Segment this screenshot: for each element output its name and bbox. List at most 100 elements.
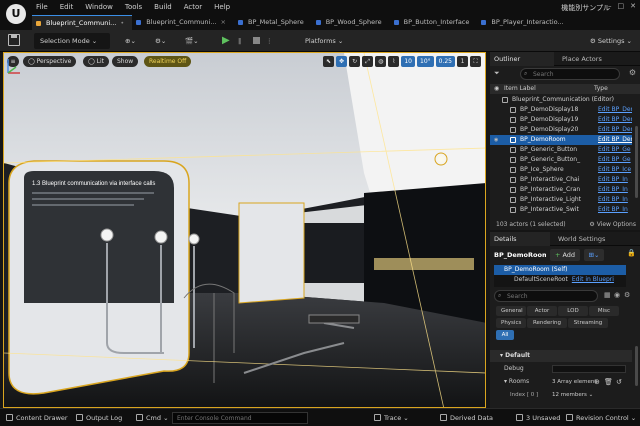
tree-root-row[interactable]: Blueprint_Communication (Editor): [490, 95, 632, 105]
menu-edit[interactable]: Edit: [60, 3, 74, 11]
gear-icon[interactable]: ⚙: [629, 68, 636, 77]
scale-icon[interactable]: ⤢: [362, 56, 374, 67]
level-viewport[interactable]: 1.3 Blueprint communication via interfac…: [3, 52, 486, 408]
filter-icon[interactable]: ⏷: [494, 69, 508, 78]
debug-checkbox[interactable]: [552, 365, 626, 373]
menu-file[interactable]: File: [36, 3, 48, 11]
output-log-button[interactable]: Output Log: [76, 412, 122, 424]
blueprint-icon[interactable]: ⊞⌄: [584, 249, 604, 261]
trace-dropdown[interactable]: Trace ⌄: [374, 412, 409, 424]
property-matrix-icon[interactable]: ▦: [604, 291, 611, 299]
derived-data-button[interactable]: Derived Data: [440, 412, 493, 424]
perspective-button[interactable]: ◯ Perspective: [23, 56, 77, 67]
list-item[interactable]: BP_DemoDisplay20Edit BP_Dem: [490, 125, 632, 135]
filter-physics[interactable]: Physics: [496, 318, 526, 328]
column-item-label[interactable]: Item Label: [504, 84, 536, 94]
add-actor-button[interactable]: ⊕⌄: [125, 33, 151, 49]
stop-icon[interactable]: [252, 33, 262, 49]
filter-general[interactable]: General: [496, 306, 526, 316]
tab-blueprint-communication-2[interactable]: Blueprint_Communi... ×: [132, 15, 234, 30]
list-item-selected[interactable]: ◉BP_DemoRoomEdit BP_Dem: [490, 135, 632, 145]
list-item[interactable]: BP_DemoDisplay18Edit BP_Dem: [490, 105, 632, 115]
tab-place-actors[interactable]: Place Actors: [558, 52, 640, 66]
maximize-icon[interactable]: □: [618, 2, 625, 10]
scale-snap-value[interactable]: 0.25: [435, 56, 455, 67]
play-icon[interactable]: ▶: [222, 33, 234, 49]
list-item[interactable]: BP_Interactive_Swit Edit BP_In: [490, 205, 632, 215]
world-space-icon[interactable]: ◍: [375, 56, 387, 67]
rotate-icon[interactable]: ↻: [349, 56, 361, 67]
cmd-dropdown[interactable]: Cmd ⌄: [136, 412, 169, 424]
grid-snap-value[interactable]: 10: [401, 56, 415, 67]
trash-icon[interactable]: 🗑: [604, 376, 613, 388]
selection-mode-dropdown[interactable]: Selection Mode ⌄: [34, 33, 110, 49]
filter-lod[interactable]: LOD: [558, 306, 588, 316]
rotation-snap-value[interactable]: 10°: [417, 56, 434, 67]
save-icon[interactable]: [8, 34, 20, 46]
pause-icon[interactable]: ‖: [238, 33, 248, 49]
lock-icon[interactable]: 🔒: [627, 249, 636, 257]
list-item[interactable]: BP_Generic_Button_ Edit BP_Ge: [490, 155, 632, 165]
filter-rendering[interactable]: Rendering: [527, 318, 567, 328]
translate-icon[interactable]: ✥: [336, 56, 348, 67]
filter-actor[interactable]: Actor: [527, 306, 557, 316]
section-default[interactable]: ▾ Default: [490, 350, 632, 362]
tab-details[interactable]: Details: [490, 232, 550, 246]
play-options-icon[interactable]: ⋮: [266, 33, 290, 49]
maximize-viewport-icon[interactable]: ⛶: [470, 56, 481, 67]
actor-name[interactable]: BP_DemoRoom: [494, 249, 546, 262]
outliner-search-input[interactable]: [520, 68, 620, 80]
tab-bp-metal-sphere[interactable]: BP_Metal_Sphere: [234, 15, 312, 30]
list-item[interactable]: BP_Ice_Sphere Edit BP_Ice: [490, 165, 632, 175]
eye-icon[interactable]: ◉: [614, 291, 620, 299]
tab-blueprint-communication-1[interactable]: Blueprint_Communi... •: [32, 15, 133, 30]
array-index-value[interactable]: 12 members ⌄: [552, 389, 593, 401]
platforms-dropdown[interactable]: Platforms ⌄: [305, 33, 365, 49]
view-options-button[interactable]: ⚙ View Options: [589, 221, 636, 228]
camera-speed-value[interactable]: 1: [457, 56, 468, 67]
filter-all[interactable]: All: [496, 330, 514, 340]
gear-icon[interactable]: ⚙: [624, 291, 630, 299]
add-component-button[interactable]: + Add: [550, 249, 580, 261]
tab-bp-button-interface[interactable]: BP_Button_Interface: [390, 15, 478, 30]
blueprint-menu-icon[interactable]: ⚙⌄: [155, 33, 181, 49]
tab-bp-player-interaction[interactable]: BP_Player_Interactio...: [477, 15, 571, 30]
tab-world-settings[interactable]: World Settings: [554, 232, 640, 246]
list-item[interactable]: BP_Interactive_Chai Edit BP_In: [490, 175, 632, 185]
menu-help[interactable]: Help: [214, 3, 230, 11]
reset-icon[interactable]: ↺: [616, 376, 622, 388]
visibility-column-icon[interactable]: ◉: [494, 84, 499, 94]
list-item[interactable]: BP_DemoDisplay19Edit BP_Dem: [490, 115, 632, 125]
details-search-input[interactable]: [494, 290, 598, 302]
menu-tools[interactable]: Tools: [125, 3, 142, 11]
realtime-off-badge[interactable]: Realtime Off: [144, 56, 192, 67]
select-mode-icon[interactable]: ⬉: [323, 56, 335, 67]
tab-bp-wood-sphere[interactable]: BP_Wood_Sphere: [312, 15, 390, 30]
revision-control-dropdown[interactable]: Revision Control ⌄: [566, 412, 636, 424]
column-type[interactable]: Type: [594, 84, 608, 94]
tab-outliner[interactable]: Outliner: [490, 52, 554, 66]
show-button[interactable]: Show: [112, 56, 139, 67]
view-mode-button[interactable]: ◯ Lit: [83, 56, 109, 67]
filter-streaming[interactable]: Streaming: [568, 318, 608, 328]
unreal-logo-icon[interactable]: U: [6, 4, 26, 24]
eye-icon[interactable]: ◉: [494, 135, 498, 145]
close-icon[interactable]: ✕: [630, 2, 636, 10]
cinematics-menu-icon[interactable]: 🎬⌄: [185, 33, 211, 49]
component-row-default-scene-root[interactable]: DefaultSceneRoot Edit in Bluepri: [494, 275, 626, 285]
menu-build[interactable]: Build: [154, 3, 172, 11]
menu-actor[interactable]: Actor: [184, 3, 202, 11]
surface-snap-icon[interactable]: ⌇: [388, 56, 400, 67]
add-element-icon[interactable]: ⊕: [594, 376, 600, 388]
unsaved-button[interactable]: 3 Unsaved: [516, 412, 560, 424]
outliner-scrollbar[interactable]: [635, 126, 638, 198]
menu-window[interactable]: Window: [85, 3, 113, 11]
filter-misc[interactable]: Misc: [589, 306, 619, 316]
content-drawer-button[interactable]: Content Drawer: [6, 412, 68, 424]
list-item[interactable]: BP_Generic_Button Edit BP_Ge: [490, 145, 632, 155]
list-item[interactable]: BP_Interactive_Cran Edit BP_In: [490, 185, 632, 195]
details-scrollbar[interactable]: [635, 346, 638, 386]
settings-dropdown[interactable]: ⚙ Settings ⌄: [588, 33, 632, 49]
minimize-icon[interactable]: –: [608, 2, 612, 10]
component-row-self[interactable]: BP_DemoRoom (Self): [494, 265, 626, 275]
